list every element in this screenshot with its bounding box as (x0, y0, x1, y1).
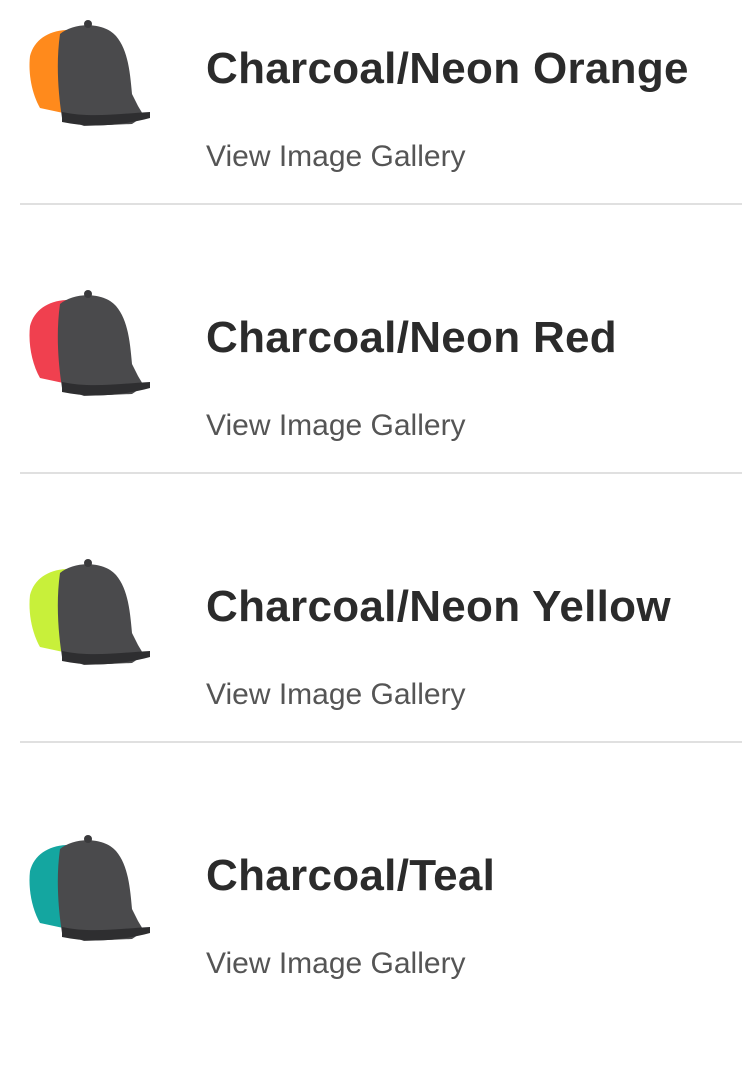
view-image-gallery-link[interactable]: View Image Gallery (206, 409, 466, 443)
product-color-name: Charcoal/Neon Red (206, 313, 617, 362)
view-image-gallery-link[interactable]: View Image Gallery (206, 140, 466, 174)
cap-button (84, 559, 92, 567)
color-variant-item: Charcoal/Neon Red View Image Gallery (0, 269, 742, 538)
view-image-gallery-link[interactable]: View Image Gallery (206, 678, 466, 712)
cap-crown (57, 840, 145, 941)
cap-crown (57, 295, 145, 396)
cap-icon[interactable] (20, 829, 156, 945)
cap-icon[interactable] (20, 553, 156, 669)
cap-icon[interactable] (20, 284, 156, 400)
color-variant-item: Charcoal/Neon Orange View Image Gallery (0, 0, 742, 269)
product-color-name: Charcoal/Neon Yellow (206, 582, 671, 631)
item-divider (20, 472, 742, 474)
cap-button (84, 20, 92, 28)
cap-button (84, 290, 92, 298)
item-divider (20, 203, 742, 205)
cap-crown (57, 25, 145, 126)
product-color-name: Charcoal/Neon Orange (206, 44, 689, 93)
view-image-gallery-link[interactable]: View Image Gallery (206, 947, 466, 981)
color-variant-item: Charcoal/Neon Yellow View Image Gallery (0, 538, 742, 807)
cap-crown (57, 564, 145, 665)
product-color-name: Charcoal/Teal (206, 851, 496, 900)
cap-button (84, 835, 92, 843)
cap-icon[interactable] (20, 14, 156, 130)
color-variant-item: Charcoal/Teal View Image Gallery (0, 807, 742, 1076)
item-divider (20, 741, 742, 743)
